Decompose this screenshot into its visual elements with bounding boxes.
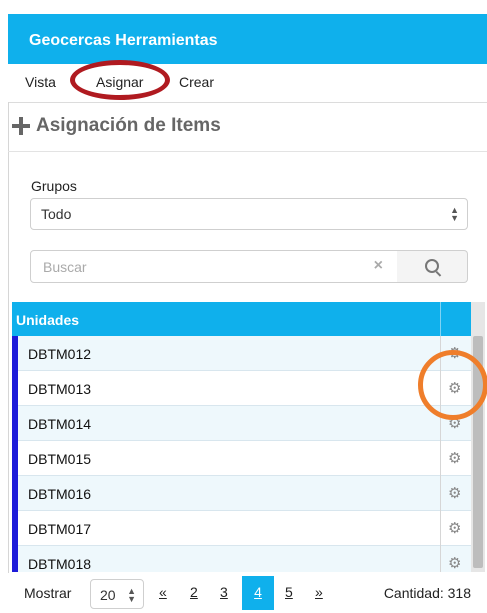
table-row[interactable]: DBTM015 ⚙ [12,441,471,476]
prev-page-link[interactable]: « [159,584,167,600]
column-divider [440,441,441,476]
unit-name: DBTM013 [28,381,92,397]
table-row[interactable]: DBTM016 ⚙ [12,476,471,511]
tab-crear[interactable]: Crear [179,74,214,90]
search-button[interactable] [397,250,468,283]
panel-title: Geocercas Herramientas [29,32,218,49]
plus-icon [12,117,30,135]
search-input[interactable] [41,258,345,276]
table-row[interactable]: DBTM014 ⚙ [12,406,471,441]
updown-icon: ▲ ▼ [127,586,136,604]
pagination-bar: Mostrar 20 ▲ ▼ « 2 3 4 5 » Cantidad: 318 [8,573,487,613]
gear-icon[interactable]: ⚙ [448,484,461,502]
gear-icon[interactable]: ⚙ [448,379,461,397]
gear-icon[interactable]: ⚙ [448,519,461,537]
unit-name: DBTM015 [28,451,92,467]
page-link-3[interactable]: 3 [220,584,228,600]
column-header-units: Unidades [16,312,80,328]
column-divider [440,302,441,336]
column-divider [440,336,441,371]
search-box: × [30,250,398,283]
updown-icon: ▲ ▼ [450,205,459,223]
row-marker [12,476,18,511]
page-size-value: 20 [100,587,116,603]
tab-asignar[interactable]: Asignar [96,74,143,90]
scrollbar-thumb[interactable] [473,336,483,568]
close-icon[interactable]: × [374,257,383,275]
row-marker [12,406,18,441]
table-row[interactable]: DBTM013 ⚙ [12,371,471,406]
table-row[interactable]: DBTM012 ⚙ [12,336,471,371]
table-body: DBTM012 ⚙ DBTM013 ⚙ DBTM014 ⚙ DBTM015 ⚙ DBTM… [12,336,471,572]
row-marker [12,511,18,546]
row-marker [12,441,18,476]
unit-name: DBTM014 [28,416,92,432]
gear-icon[interactable]: ⚙ [448,414,461,432]
show-label: Mostrar [24,585,72,601]
search-icon [425,259,439,273]
tab-bar: Vista Asignar Crear [8,64,487,103]
groups-label: Grupos [31,178,77,194]
unit-name: DBTM016 [28,486,92,502]
unit-name: DBTM018 [28,556,92,572]
table-row[interactable]: DBTM017 ⚙ [12,511,471,546]
page-link-2[interactable]: 2 [190,584,198,600]
tab-vista[interactable]: Vista [25,74,56,90]
column-divider [440,511,441,546]
column-divider [440,371,441,406]
unit-name: DBTM012 [28,346,92,362]
section-header: Asignación de Items [12,115,221,137]
row-marker [12,371,18,406]
next-page-link[interactable]: » [315,584,323,600]
page-size-select[interactable]: 20 ▲ ▼ [90,579,144,609]
divider [8,151,487,152]
groups-select[interactable]: Todo ▲ ▼ [30,198,468,230]
column-divider [440,406,441,441]
panel-border [8,102,9,582]
row-marker [12,546,18,572]
row-marker [12,336,18,371]
item-count: Cantidad: 318 [383,585,471,601]
table-row[interactable]: DBTM018 ⚙ [12,546,471,572]
column-divider [440,546,441,572]
page-link-active[interactable]: 4 [242,576,274,610]
gear-icon[interactable]: ⚙ [448,554,461,572]
page-link-5[interactable]: 5 [285,584,293,600]
table-header: Unidades [12,302,471,336]
units-table: Unidades DBTM012 ⚙ DBTM013 ⚙ DBTM014 ⚙ DBTM… [12,302,471,572]
gear-icon[interactable]: ⚙ [448,344,461,362]
panel-header: Geocercas Herramientas [8,14,487,64]
groups-selected-value: Todo [41,206,72,222]
unit-name: DBTM017 [28,521,92,537]
gear-icon[interactable]: ⚙ [448,449,461,467]
section-title: Asignación de Items [36,115,221,136]
column-divider [440,476,441,511]
